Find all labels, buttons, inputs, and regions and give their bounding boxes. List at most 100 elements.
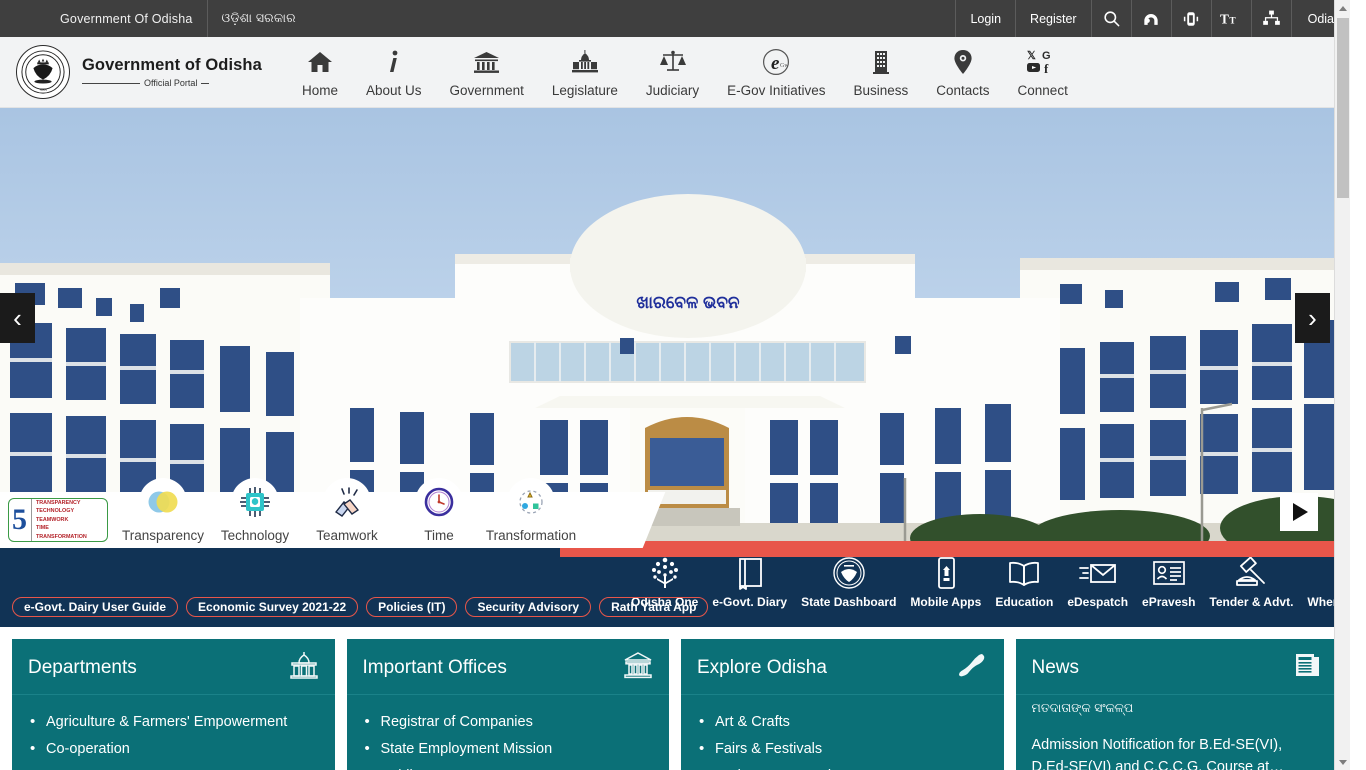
quicklink-e-govt-diary[interactable]: e-Govt. Diary	[705, 554, 794, 609]
news-subtitle[interactable]: ମତଦାତାଙ୍କ ସଂକଳ୍ପ	[1016, 695, 1339, 716]
quicklink-tender-advt[interactable]: Tender & Advt.	[1202, 554, 1300, 609]
svg-text:f: f	[1044, 61, 1049, 76]
nav-label: About Us	[366, 82, 422, 98]
list-item[interactable]: Fairs & Festivals	[699, 735, 986, 763]
five-t-band: 5 TRANSPARENCY TECHNOLOGY TEAMWORK TIME …	[0, 478, 1350, 548]
gavel-icon	[1233, 554, 1269, 592]
brand-block[interactable]: भारत Government of Odisha Official Porta…	[16, 45, 266, 99]
five-t-logo-words: TRANSPARENCY TECHNOLOGY TEAMWORK TIME TR…	[31, 499, 87, 541]
gov-name-english[interactable]: Government Of Odisha	[46, 0, 207, 37]
accessibility-icon[interactable]	[1130, 0, 1171, 37]
gov-name-odia[interactable]: ଓଡ଼ିଶା ସରକାର	[206, 0, 310, 37]
nav-item-connect[interactable]: 𝕏 G f Connect	[1004, 43, 1082, 102]
nav-item-home[interactable]: Home	[288, 43, 352, 102]
five-t-item-technology[interactable]: Technology	[210, 478, 300, 548]
svg-text:𝕏: 𝕏	[1027, 50, 1036, 62]
nav-item-government[interactable]: Government	[436, 43, 538, 102]
svg-text:T: T	[1230, 16, 1237, 26]
register-button[interactable]: Register	[1015, 0, 1091, 37]
five-t-label: Transparency	[121, 528, 205, 543]
pill-link[interactable]: Economic Survey 2021-22	[186, 597, 359, 617]
scales-of-justice-icon	[659, 47, 687, 77]
open-book-icon	[1006, 554, 1042, 592]
card-title: News	[1031, 656, 1080, 678]
text-size-icon[interactable]: T T	[1210, 0, 1251, 37]
list-item[interactable]: Parks & Sanctuaries	[699, 762, 986, 770]
list-item[interactable]: Art & Crafts	[699, 708, 986, 736]
card-list: Art & Crafts Fairs & Festivals Parks & S…	[699, 708, 986, 770]
pill-link[interactable]: Rath Yatra App	[599, 597, 709, 617]
quicklink-education[interactable]: Education	[988, 554, 1060, 609]
pill-link[interactable]: Security Advisory	[465, 597, 592, 617]
nav-label: Legislature	[551, 82, 618, 98]
newspaper-icon	[1294, 651, 1322, 684]
page-scrollbar[interactable]	[1334, 0, 1350, 770]
building-sign-odia: ଖାରବେଳ ଭବନ	[636, 293, 740, 312]
top-actions: Login Register T T Odia	[955, 0, 1350, 37]
brand-title: Government of Odisha	[82, 56, 262, 74]
five-t-items: Transparency Technology Teamwork Time Tr…	[118, 478, 576, 548]
nav-item-legislature[interactable]: Legislature	[538, 43, 632, 102]
carousel-next-button[interactable]: ›	[1295, 293, 1330, 343]
pill-link[interactable]: Policies (IT)	[366, 597, 458, 617]
login-button[interactable]: Login	[955, 0, 1015, 37]
nav-item-business[interactable]: Business	[839, 43, 922, 102]
top-gov-names: Government Of Odisha ଓଡ଼ିଶା ସରକାର	[46, 0, 310, 37]
nav-item-about-us[interactable]: About Us	[352, 43, 436, 102]
scroll-up-arrow-icon[interactable]	[1335, 0, 1350, 16]
five-t-item-time[interactable]: Time	[394, 478, 484, 548]
card-list: Registrar of Companies State Employment …	[365, 708, 652, 770]
five-t-item-transformation[interactable]: Transformation	[486, 478, 576, 548]
quicklink-epravesh[interactable]: ePravesh	[1135, 554, 1202, 609]
scroll-down-arrow-icon[interactable]	[1335, 754, 1350, 770]
card-important-offices: Important Offices Registrar of Companies…	[346, 639, 669, 770]
sitemap-icon[interactable]	[1250, 0, 1291, 37]
quicklink-label: Tender & Advt.	[1209, 595, 1294, 609]
nav-item-contacts[interactable]: Contacts	[922, 43, 1003, 102]
card-header: News	[1015, 639, 1338, 695]
card-explore-odisha: Explore Odisha Art & Crafts Fairs & Fest…	[681, 639, 1004, 770]
card-body: Art & Crafts Fairs & Festivals Parks & S…	[681, 695, 1004, 770]
search-icon[interactable]	[1090, 0, 1131, 37]
info-icon	[386, 47, 402, 77]
nav-item-e-gov-initiatives[interactable]: e Gw E-Gov Initiatives	[713, 43, 839, 102]
brand-text: Government of Odisha Official Portal	[82, 56, 262, 88]
card-title: Explore Odisha	[697, 656, 827, 678]
id-card-icon	[1151, 554, 1187, 592]
list-item[interactable]: Agriculture & Farmers' Empowerment	[30, 708, 317, 736]
card-title: Departments	[28, 656, 137, 678]
odisha-emblem-icon	[832, 554, 866, 592]
list-item[interactable]: Registrar of Companies	[365, 708, 652, 736]
svg-text:Gw: Gw	[780, 63, 789, 69]
nav-label: Home	[302, 82, 339, 98]
card-header: Explore Odisha	[681, 639, 1004, 695]
quicklink-label: Mobile Apps	[910, 595, 982, 609]
list-item[interactable]: State Employment Mission	[365, 735, 652, 763]
quicklink-state-dashboard[interactable]: State Dashboard	[794, 554, 903, 609]
five-t-item-teamwork[interactable]: Teamwork	[302, 478, 392, 548]
five-t-word: TRANSPARENCY	[36, 500, 81, 507]
scrollbar-thumb[interactable]	[1337, 18, 1349, 198]
hero-carousel: ଖାରବେଳ ଭବନ ‹ › 5 TRANSPARENCY TECHNOLOGY…	[0, 108, 1350, 548]
five-t-item-transparency[interactable]: Transparency	[118, 478, 208, 548]
screen-reader-icon[interactable]	[1170, 0, 1211, 37]
list-item[interactable]: Co-operation	[30, 735, 317, 763]
five-t-logo[interactable]: 5 TRANSPARENCY TECHNOLOGY TEAMWORK TIME …	[8, 498, 108, 542]
nav-label: Connect	[1017, 82, 1068, 98]
pill-link[interactable]: e-Govt. Dairy User Guide	[12, 597, 179, 617]
list-item[interactable]: Commerce & Transport	[30, 762, 317, 770]
quicklink-label: State Dashboard	[801, 595, 897, 609]
news-headline[interactable]: Admission Notification for B.Ed-SE(VI), …	[1016, 716, 1339, 770]
nav-item-judiciary[interactable]: Judiciary	[632, 43, 713, 102]
quicklink-mobile-apps[interactable]: Mobile Apps	[903, 554, 988, 609]
carousel-prev-button[interactable]: ‹	[0, 293, 35, 343]
list-item[interactable]: Public Sector	[365, 762, 652, 770]
main-navigation: भारत Government of Odisha Official Porta…	[0, 37, 1350, 108]
card-news: News ମତଦାତାଙ୍କ ସଂକଳ୍ପ Admission Notifica…	[1015, 639, 1339, 770]
card-list: Agriculture & Farmers' Empowerment Co-op…	[30, 708, 317, 770]
page-root: Government Of Odisha ଓଡ଼ିଶା ସରକାର Login …	[0, 0, 1350, 770]
card-header: Important Offices	[346, 639, 669, 695]
quicklink-edespatch[interactable]: eDespatch	[1060, 554, 1135, 609]
map-pin-icon	[953, 47, 973, 77]
